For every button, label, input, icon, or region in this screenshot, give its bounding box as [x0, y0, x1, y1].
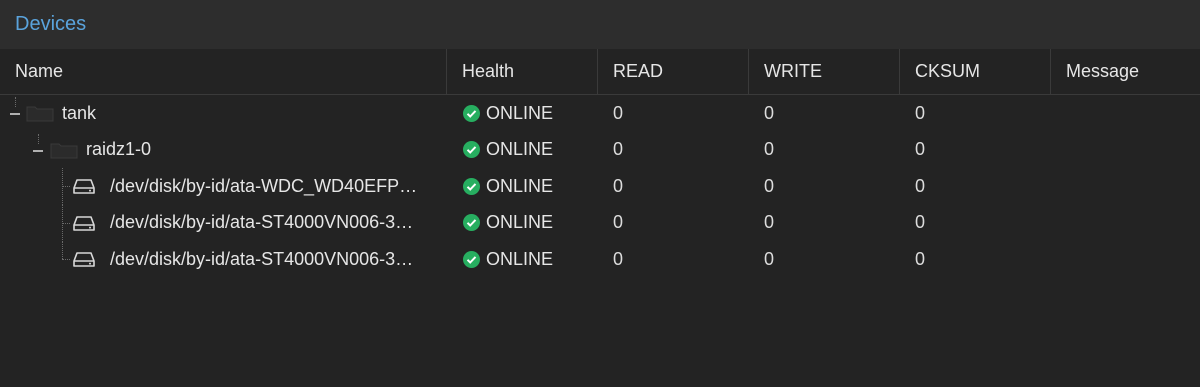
- tree-row-disk[interactable]: /dev/disk/by-id/ata-ST4000VN006-3… ONLIN…: [0, 204, 1200, 242]
- tree-row-disk[interactable]: /dev/disk/by-id/ata-ST4000VN006-3… ONLIN…: [0, 241, 1200, 278]
- read-cell: 0: [598, 132, 749, 169]
- collapse-toggle-icon[interactable]: [33, 149, 43, 152]
- write-errors: 0: [764, 212, 775, 233]
- name-cell: /dev/disk/by-id/ata-WDC_WD40EFP…: [0, 168, 447, 205]
- write-errors: 0: [764, 102, 775, 123]
- health-status: ONLINE: [486, 175, 554, 196]
- cksum-cell: 0: [900, 168, 1051, 205]
- write-cell: 0: [749, 132, 900, 169]
- cksum-errors: 0: [915, 248, 926, 269]
- grid-header: Name Health READ WRITE CKSUM Message: [0, 49, 1200, 95]
- health-status: ONLINE: [486, 139, 554, 160]
- cksum-errors: 0: [915, 212, 926, 233]
- tree-connector: [15, 97, 16, 107]
- device-name: /dev/disk/by-id/ata-WDC_WD40EFP…: [110, 175, 418, 196]
- tree-connector: [62, 259, 70, 260]
- collapse-toggle-icon[interactable]: [10, 113, 20, 115]
- column-header-name[interactable]: Name: [0, 49, 447, 94]
- column-header-health[interactable]: Health: [447, 49, 598, 94]
- column-header-message[interactable]: Message: [1051, 49, 1200, 94]
- tree-row-pool[interactable]: tank ONLINE 0 0 0: [0, 95, 1200, 132]
- device-tree: tank ONLINE 0 0 0 raidz1-0 ONLINE 0 0 0 …: [0, 95, 1200, 278]
- panel-header: Devices: [0, 0, 1200, 49]
- cksum-cell: 0: [900, 205, 1051, 242]
- column-header-read[interactable]: READ: [598, 49, 749, 94]
- tree-connector: [62, 222, 70, 224]
- column-header-cksum[interactable]: CKSUM: [900, 49, 1051, 94]
- cksum-cell: 0: [900, 241, 1051, 278]
- tree-connector: [62, 241, 63, 259]
- read-errors: 0: [613, 175, 624, 196]
- device-name: /dev/disk/by-id/ata-ST4000VN006-3…: [110, 248, 414, 269]
- cksum-cell: 0: [900, 132, 1051, 169]
- read-cell: 0: [598, 205, 749, 242]
- check-circle-icon: [463, 141, 480, 159]
- health-cell: ONLINE: [447, 168, 598, 205]
- health-cell: ONLINE: [447, 95, 598, 132]
- cksum-errors: 0: [915, 139, 926, 160]
- device-name: /dev/disk/by-id/ata-ST4000VN006-3…: [110, 212, 414, 233]
- check-circle-icon: [463, 177, 480, 195]
- read-errors: 0: [613, 212, 624, 233]
- check-circle-icon: [463, 214, 480, 232]
- write-cell: 0: [749, 168, 900, 205]
- health-status: ONLINE: [486, 102, 554, 123]
- name-cell: tank: [0, 95, 447, 132]
- message-cell: [1051, 132, 1200, 169]
- write-errors: 0: [764, 175, 775, 196]
- health-cell: ONLINE: [447, 241, 598, 278]
- health-status: ONLINE: [486, 212, 554, 233]
- name-cell: /dev/disk/by-id/ata-ST4000VN006-3…: [0, 241, 447, 278]
- message-cell: [1051, 168, 1200, 205]
- tree-row-vdev[interactable]: raidz1-0 ONLINE 0 0 0: [0, 132, 1200, 169]
- read-errors: 0: [613, 139, 624, 160]
- message-cell: [1051, 241, 1200, 278]
- write-errors: 0: [764, 248, 775, 269]
- column-header-write[interactable]: WRITE: [749, 49, 900, 94]
- read-cell: 0: [598, 241, 749, 278]
- read-cell: 0: [598, 168, 749, 205]
- message-cell: [1051, 95, 1200, 132]
- name-cell: raidz1-0: [0, 132, 447, 169]
- folder-icon: [26, 106, 54, 122]
- read-errors: 0: [613, 102, 624, 123]
- hard-drive-icon: [73, 215, 95, 231]
- devices-panel: Devices Name Health READ WRITE CKSUM Mes…: [0, 0, 1200, 387]
- cksum-errors: 0: [915, 102, 926, 123]
- cksum-errors: 0: [915, 175, 926, 196]
- hard-drive-icon: [73, 179, 95, 194]
- check-circle-icon: [463, 104, 480, 122]
- tree-connector: [62, 186, 70, 187]
- read-cell: 0: [598, 95, 749, 132]
- write-errors: 0: [764, 139, 775, 160]
- check-circle-icon: [463, 250, 480, 268]
- panel-title: Devices: [15, 13, 87, 35]
- health-status: ONLINE: [486, 248, 554, 269]
- tree-row-disk[interactable]: /dev/disk/by-id/ata-WDC_WD40EFP… ONLINE …: [0, 168, 1200, 205]
- write-cell: 0: [749, 241, 900, 278]
- tree-connector: [38, 133, 39, 144]
- hard-drive-icon: [73, 252, 95, 267]
- write-cell: 0: [749, 205, 900, 242]
- message-cell: [1051, 205, 1200, 242]
- health-cell: ONLINE: [447, 132, 598, 169]
- read-errors: 0: [613, 248, 624, 269]
- device-name: raidz1-0: [86, 139, 152, 160]
- health-cell: ONLINE: [447, 205, 598, 242]
- cksum-cell: 0: [900, 95, 1051, 132]
- write-cell: 0: [749, 95, 900, 132]
- device-name: tank: [62, 102, 97, 123]
- name-cell: /dev/disk/by-id/ata-ST4000VN006-3…: [0, 204, 447, 241]
- folder-icon: [50, 143, 78, 158]
